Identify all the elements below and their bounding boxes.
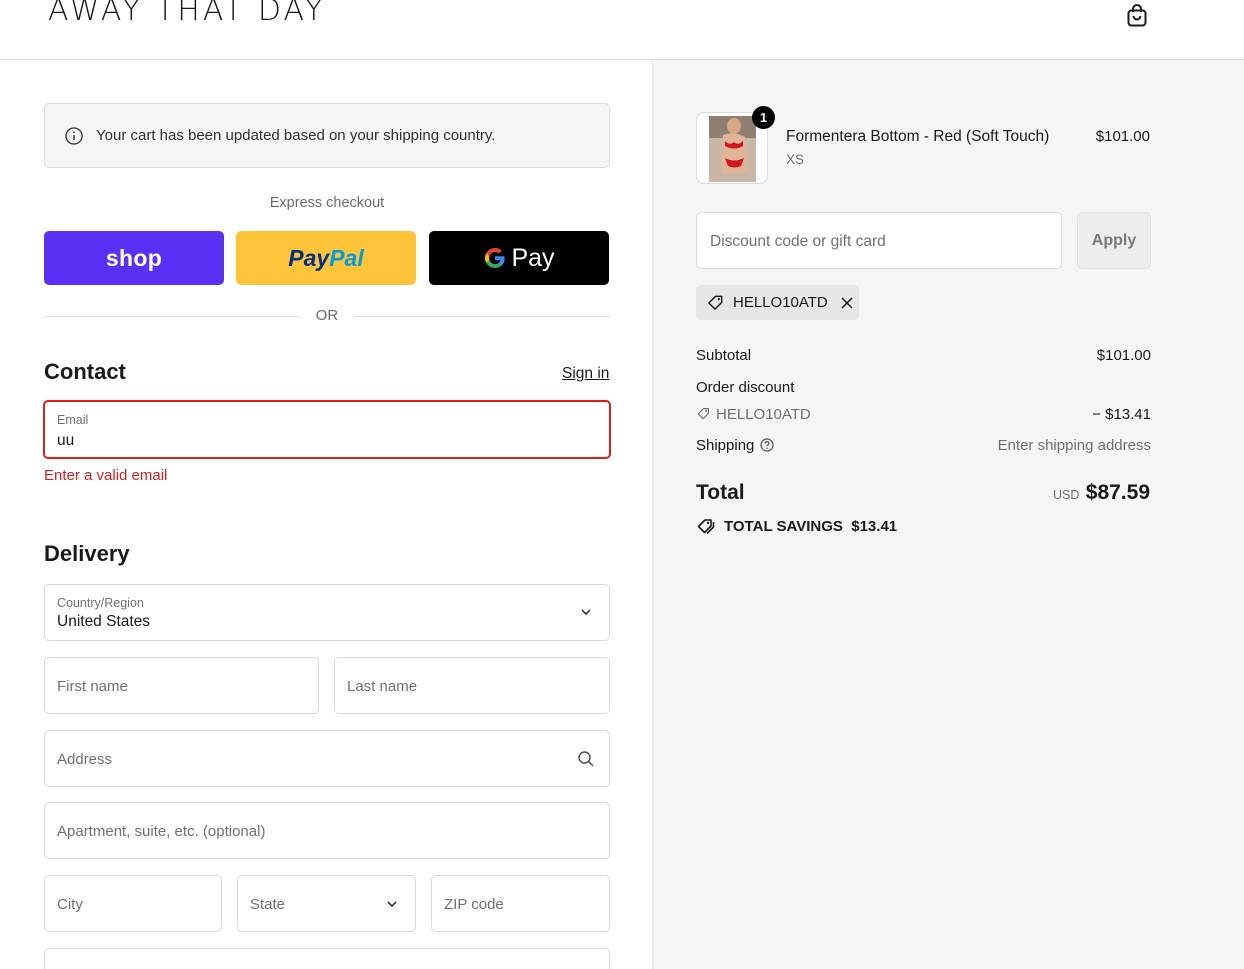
order-summary-panel: [652, 60, 1244, 969]
city-placeholder: City: [57, 896, 83, 913]
quantity-badge: 1: [752, 106, 775, 129]
search-icon: [578, 751, 594, 767]
discount-placeholder: Discount code or gift card: [710, 233, 886, 250]
email-error-message: Enter a valid email: [44, 467, 168, 484]
zip-code-placeholder: ZIP code: [444, 896, 504, 913]
shop-pay-button[interactable]: shop: [44, 231, 224, 285]
item-variant: XS: [786, 152, 805, 167]
zip-code-input[interactable]: ZIP code: [431, 875, 610, 932]
last-name-input[interactable]: Last name: [334, 657, 610, 714]
info-circle-icon: [65, 126, 83, 145]
last-name-placeholder: Last name: [347, 678, 418, 695]
savings-label: TOTAL SAVINGS: [724, 517, 843, 535]
first-name-placeholder: First name: [57, 678, 128, 695]
savings-value: $13.41: [851, 517, 898, 535]
total-amount: $87.59: [1085, 481, 1150, 504]
phone-input[interactable]: [44, 948, 610, 969]
country-select[interactable]: Country/Region United States: [44, 584, 610, 641]
shopping-bag-icon[interactable]: [1124, 2, 1150, 28]
total-savings: TOTAL SAVINGS $13.41: [696, 516, 897, 536]
item-price: $101.00: [1095, 128, 1150, 145]
contact-heading: Contact: [44, 359, 126, 384]
item-name: Formentera Bottom - Red (Soft Touch): [786, 128, 1050, 145]
brand-logo[interactable]: AWAY THAT DAY: [48, 0, 326, 28]
total-currency: USD: [1053, 488, 1080, 502]
chevron-down-icon: [581, 609, 591, 615]
shop-pay-label: shop: [105, 244, 163, 271]
applied-discount-code: HELLO10ATD: [733, 294, 828, 311]
apartment-placeholder: Apartment, suite, etc. (optional): [57, 823, 266, 840]
google-pay-label: Pay: [511, 243, 555, 272]
apartment-input[interactable]: Apartment, suite, etc. (optional): [44, 802, 610, 859]
discount-code-input[interactable]: Discount code or gift card: [696, 212, 1062, 269]
state-select[interactable]: State: [237, 875, 416, 932]
tag-icon: [697, 408, 709, 420]
sign-in-link[interactable]: Sign in: [562, 365, 609, 383]
address-input[interactable]: Address: [44, 730, 610, 787]
shipping-label-group: Shipping: [696, 437, 774, 454]
delivery-heading: Delivery: [44, 541, 130, 566]
google-g-icon: [485, 248, 506, 268]
discount-code-text: HELLO10ATD: [716, 406, 811, 423]
chevron-down-icon: [387, 901, 397, 907]
or-divider: OR: [44, 306, 610, 326]
remove-discount-icon[interactable]: [840, 296, 854, 310]
site-header: AWAY THAT DAY: [0, 0, 1244, 60]
state-placeholder: State: [250, 896, 286, 913]
email-field[interactable]: Email uu: [43, 400, 611, 459]
help-icon[interactable]: [760, 438, 774, 452]
express-checkout-label: Express checkout: [269, 195, 385, 211]
paypal-button[interactable]: PayPal: [236, 231, 416, 285]
shipping-value: Enter shipping address: [997, 437, 1151, 454]
apply-discount-button[interactable]: Apply: [1077, 212, 1151, 269]
order-discount-label: Order discount: [696, 379, 795, 396]
first-name-input[interactable]: First name: [44, 657, 319, 714]
email-value: uu: [57, 432, 75, 449]
address-placeholder: Address: [57, 751, 113, 768]
country-label: Country/Region: [57, 596, 144, 610]
total-label: Total: [696, 481, 745, 504]
google-pay-button[interactable]: Pay: [429, 231, 609, 285]
or-label: OR: [315, 307, 339, 324]
discount-code-label: HELLO10ATD: [696, 406, 811, 423]
email-label: Email: [57, 413, 89, 427]
paypal-label: PayPal: [288, 244, 364, 271]
shipping-label: Shipping: [696, 437, 755, 454]
tags-icon: [697, 519, 715, 535]
tag-icon: [708, 295, 723, 310]
city-input[interactable]: City: [44, 875, 222, 932]
applied-discount-chip: HELLO10ATD: [696, 285, 859, 320]
subtotal-label: Subtotal: [696, 347, 752, 364]
cart-updated-notice: Your cart has been updated based on your…: [44, 103, 610, 168]
notice-text: Your cart has been updated based on your…: [96, 127, 496, 144]
country-value: United States: [57, 613, 151, 630]
discount-value: − $13.41: [1092, 406, 1151, 423]
subtotal-value: $101.00: [1096, 347, 1151, 364]
